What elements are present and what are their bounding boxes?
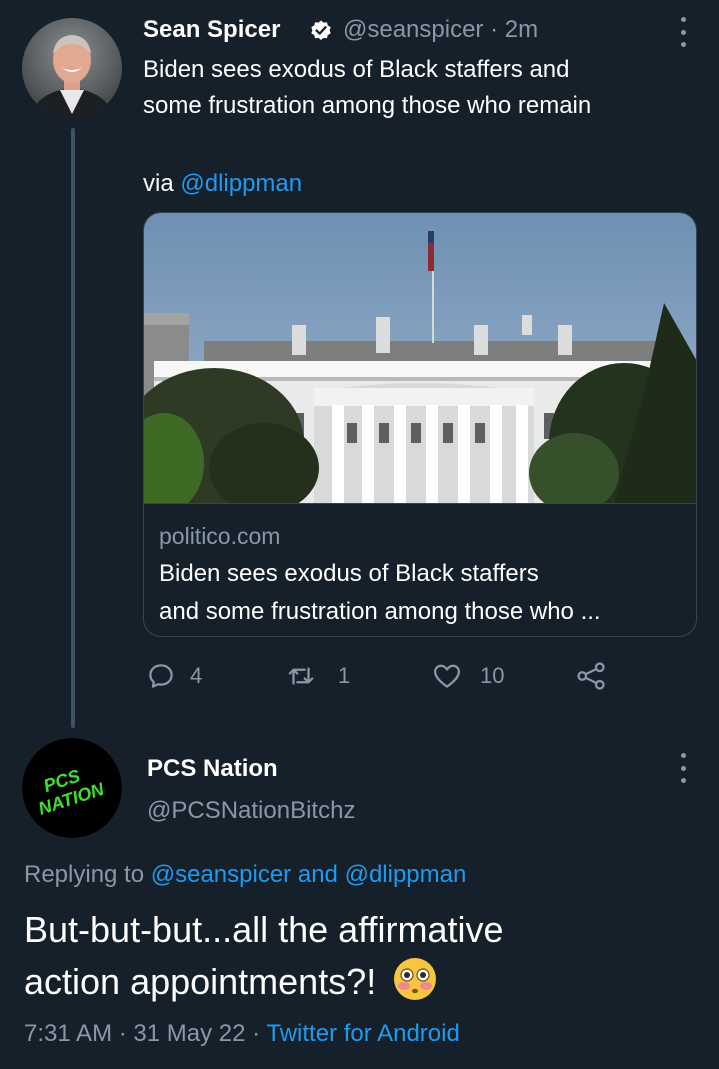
tweet-timestamp[interactable]: 2m bbox=[505, 16, 538, 43]
tweet-more-options-icon[interactable] bbox=[673, 17, 693, 47]
card-domain: politico.com bbox=[159, 523, 281, 549]
replying-to-line: Replying to @seanspicer and @dlippman bbox=[24, 861, 466, 889]
link-preview-card[interactable]: politico.com Biden sees exodus of Black … bbox=[143, 212, 697, 637]
via-mention-link[interactable]: @dlippman bbox=[180, 170, 302, 197]
handle-separator: · bbox=[490, 16, 499, 43]
flushed-face-emoji-icon bbox=[392, 956, 438, 1002]
share-icon bbox=[577, 662, 605, 690]
reply-icon bbox=[149, 664, 173, 688]
replying-to-user-link[interactable]: @seanspicer bbox=[151, 861, 291, 888]
reply-author-handle[interactable]: @PCSNationBitchz bbox=[147, 797, 355, 825]
tweet-text-line: Biden sees exodus of Black staffers and bbox=[143, 56, 570, 83]
card-title-line: and some frustration among those who ... bbox=[159, 598, 601, 625]
reply-more-options-icon[interactable] bbox=[673, 753, 693, 783]
retweet-button[interactable]: 1 bbox=[286, 661, 350, 691]
reply-text-line: But-but-but...all the affirmative bbox=[24, 909, 504, 950]
meta-separator: · bbox=[118, 1020, 127, 1047]
reply-metadata: 7:31 AM · 31 May 22 · Twitter for Androi… bbox=[24, 1020, 460, 1048]
reply-button[interactable]: 4 bbox=[146, 661, 202, 691]
like-button[interactable]: 10 bbox=[432, 661, 504, 691]
reply-body: But-but-but...all the affirmative action… bbox=[24, 904, 704, 1008]
reply-time[interactable]: 7:31 AM bbox=[24, 1020, 112, 1047]
reply-text-line: action appointments?! bbox=[24, 961, 377, 1002]
white-house-image bbox=[144, 213, 696, 523]
sean-spicer-avatar[interactable] bbox=[22, 18, 122, 118]
reply-text-line-with-emoji: action appointments?! bbox=[24, 956, 704, 1008]
reply-count: 4 bbox=[190, 663, 203, 688]
verified-badge-icon bbox=[309, 19, 333, 43]
replying-and: and bbox=[297, 861, 338, 888]
reply-author-name[interactable]: PCS Nation bbox=[147, 755, 278, 783]
reply-date[interactable]: 31 May 22 bbox=[133, 1020, 245, 1047]
retweet-count: 1 bbox=[338, 663, 351, 688]
tweet-author-name[interactable]: Sean Spicer bbox=[143, 16, 280, 44]
tweet-body: Biden sees exodus of Black staffers and … bbox=[143, 52, 703, 124]
card-title: Biden sees exodus of Black staffers and … bbox=[159, 555, 689, 631]
tweet-author-handle-and-time[interactable]: @seanspicer · 2m bbox=[343, 16, 538, 44]
replying-to-prefix: Replying to bbox=[24, 861, 145, 888]
tweet-via-line: via @dlippman bbox=[143, 166, 302, 202]
replying-to-user-link[interactable]: @dlippman bbox=[345, 861, 467, 888]
pcs-nation-avatar[interactable]: PCS NATION bbox=[22, 738, 122, 838]
tweet-text-line: some frustration among those who remain bbox=[143, 92, 592, 119]
heart-icon bbox=[434, 664, 460, 688]
reply-source-link[interactable]: Twitter for Android bbox=[266, 1020, 459, 1047]
tweet-author-handle[interactable]: @seanspicer bbox=[343, 16, 483, 43]
retweet-icon bbox=[288, 667, 314, 685]
via-label: via bbox=[143, 170, 174, 197]
card-title-line: Biden sees exodus of Black staffers bbox=[159, 560, 539, 587]
share-button[interactable] bbox=[576, 661, 606, 691]
thread-connector-line bbox=[71, 128, 75, 728]
meta-separator: · bbox=[252, 1020, 261, 1047]
like-count: 10 bbox=[480, 663, 505, 688]
